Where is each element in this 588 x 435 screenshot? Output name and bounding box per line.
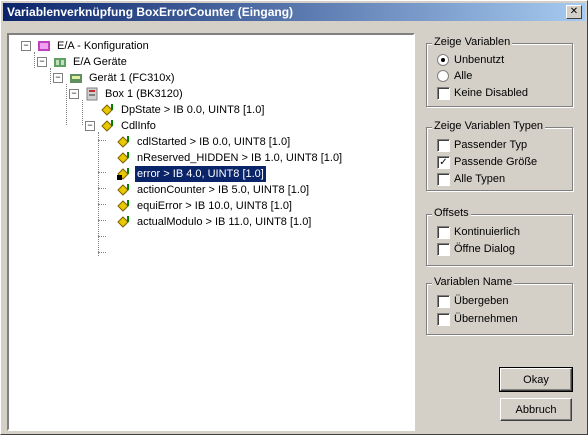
- io-config-icon: [38, 41, 50, 51]
- title-bar[interactable]: Variablenverknüpfung BoxErrorCounter (Ei…: [3, 3, 585, 21]
- tree-node-label: cdlStarted > IB 0.0, UINT8 [1.0]: [137, 136, 291, 148]
- option-label: Keine Disabled: [454, 87, 528, 99]
- option-label: Kontinuierlich: [454, 226, 521, 238]
- checkbox[interactable]: [437, 173, 450, 186]
- tree-node-actualmodulo[interactable]: actualModulo > IB 11.0, UINT8 [1.0]: [9, 214, 409, 230]
- box-icon: [86, 87, 98, 101]
- dialog-window: Variablenverknüpfung BoxErrorCounter (Ei…: [0, 0, 588, 435]
- variable-icon: [117, 216, 129, 228]
- tree-node-label-selected: error > IB 4.0, UINT8 [1.0]: [134, 165, 267, 183]
- tree-node-label: E/A Geräte: [73, 56, 127, 68]
- tree-node-label: actionCounter > IB 5.0, UINT8 [1.0]: [137, 184, 310, 196]
- io-devices-icon: [54, 58, 66, 67]
- radio-button[interactable]: [437, 70, 449, 82]
- checkbox[interactable]: [437, 243, 450, 256]
- checkbox[interactable]: [437, 139, 450, 152]
- option-label: Öffne Dialog: [454, 243, 515, 255]
- tree-node-label: nReserved_HIDDEN > IB 1.0, UINT8 [1.0]: [137, 152, 343, 164]
- group-legend: Zeige Variablen Typen: [432, 120, 546, 132]
- option-label: Alle Typen: [454, 173, 506, 185]
- checkbox[interactable]: [437, 313, 450, 326]
- folder-variable-icon: [101, 120, 113, 132]
- tree-node-actioncounter[interactable]: actionCounter > IB 5.0, UINT8 [1.0]: [9, 182, 409, 198]
- tree-node-label: DpState > IB 0.0, UINT8 [1.0]: [121, 104, 265, 116]
- option-label: Alle: [454, 70, 473, 82]
- group-legend: Offsets: [432, 207, 471, 219]
- tree-node-equierror[interactable]: equiError > IB 10.0, UINT8 [1.0]: [9, 198, 409, 214]
- offsets-group: Offsets Kontinuierlich Öffne Dialog: [426, 207, 573, 266]
- collapse-toggle[interactable]: −: [21, 41, 31, 51]
- option-label: Unbenutzt: [454, 54, 505, 66]
- radio-button[interactable]: [437, 54, 449, 66]
- tree-node-label: CdlInfo: [121, 120, 156, 132]
- tree-node-nreserved-hidden[interactable]: nReserved_HIDDEN > IB 1.0, UINT8 [1.0]: [9, 150, 409, 166]
- variable-icon: [117, 200, 129, 212]
- tree-node-device-1[interactable]: − Gerät 1 (FC310x): [9, 70, 409, 86]
- checkbox-checked[interactable]: ✓: [437, 156, 450, 169]
- option-label: Übergeben: [454, 295, 509, 307]
- variable-icon: [117, 136, 129, 148]
- option-label: Passender Typ: [454, 139, 528, 151]
- show-variables-group: Zeige Variablen Unbenutzt Alle Keine Dis…: [426, 36, 573, 107]
- tree-node-error[interactable]: error > IB 4.0, UINT8 [1.0]: [9, 165, 409, 183]
- tree-node-label: E/A - Konfiguration: [57, 40, 149, 52]
- option-label: Passende Größe: [454, 156, 538, 168]
- group-legend: Variablen Name: [432, 276, 515, 288]
- tree-node-label: equiError > IB 10.0, UINT8 [1.0]: [137, 200, 292, 212]
- collapse-toggle[interactable]: −: [69, 89, 79, 99]
- variable-icon: [117, 184, 129, 196]
- collapse-toggle[interactable]: −: [85, 121, 95, 131]
- collapse-toggle[interactable]: −: [53, 73, 63, 83]
- variable-icon: [117, 152, 129, 164]
- group-legend: Zeige Variablen: [432, 36, 513, 48]
- checkbox[interactable]: [437, 87, 450, 100]
- device-icon: [70, 74, 82, 83]
- close-button[interactable]: ✕: [566, 5, 582, 19]
- option-label: Übernehmen: [454, 313, 518, 325]
- checkbox[interactable]: [437, 226, 450, 239]
- linked-variable-icon: [117, 168, 129, 180]
- collapse-toggle[interactable]: −: [37, 57, 47, 67]
- tree-node-label: Box 1 (BK3120): [105, 88, 183, 100]
- tree-node-box-1[interactable]: − Box 1 (BK3120): [9, 86, 409, 102]
- checkbox[interactable]: [437, 295, 450, 308]
- show-variable-types-group: Zeige Variablen Typen Passender Typ ✓ Pa…: [426, 120, 573, 191]
- tree-node-io-config[interactable]: − E/A - Konfiguration: [9, 38, 409, 54]
- window-title: Variablenverknüpfung BoxErrorCounter (Ei…: [7, 5, 294, 19]
- tree-node-io-devices[interactable]: − E/A Geräte: [9, 54, 409, 70]
- variable-name-group: Variablen Name Übergeben Übernehmen: [426, 276, 573, 335]
- tree-connector: [98, 236, 106, 237]
- variable-icon: [101, 104, 113, 116]
- tree-connector: [98, 252, 106, 253]
- variable-tree[interactable]: − E/A - Konfiguration − E/A Geräte − Ger…: [7, 33, 415, 431]
- tree-node-label: actualModulo > IB 11.0, UINT8 [1.0]: [137, 216, 312, 228]
- cancel-button[interactable]: Abbruch: [500, 398, 572, 421]
- tree-node-cdlinfo[interactable]: − CdlInfo: [9, 118, 409, 134]
- tree-node-dpstate[interactable]: DpState > IB 0.0, UINT8 [1.0]: [9, 102, 409, 118]
- tree-node-cdlstarted[interactable]: cdlStarted > IB 0.0, UINT8 [1.0]: [9, 134, 409, 150]
- okay-button[interactable]: Okay: [499, 367, 573, 392]
- close-icon: ✕: [569, 6, 579, 17]
- tree-node-label: Gerät 1 (FC310x): [89, 72, 175, 84]
